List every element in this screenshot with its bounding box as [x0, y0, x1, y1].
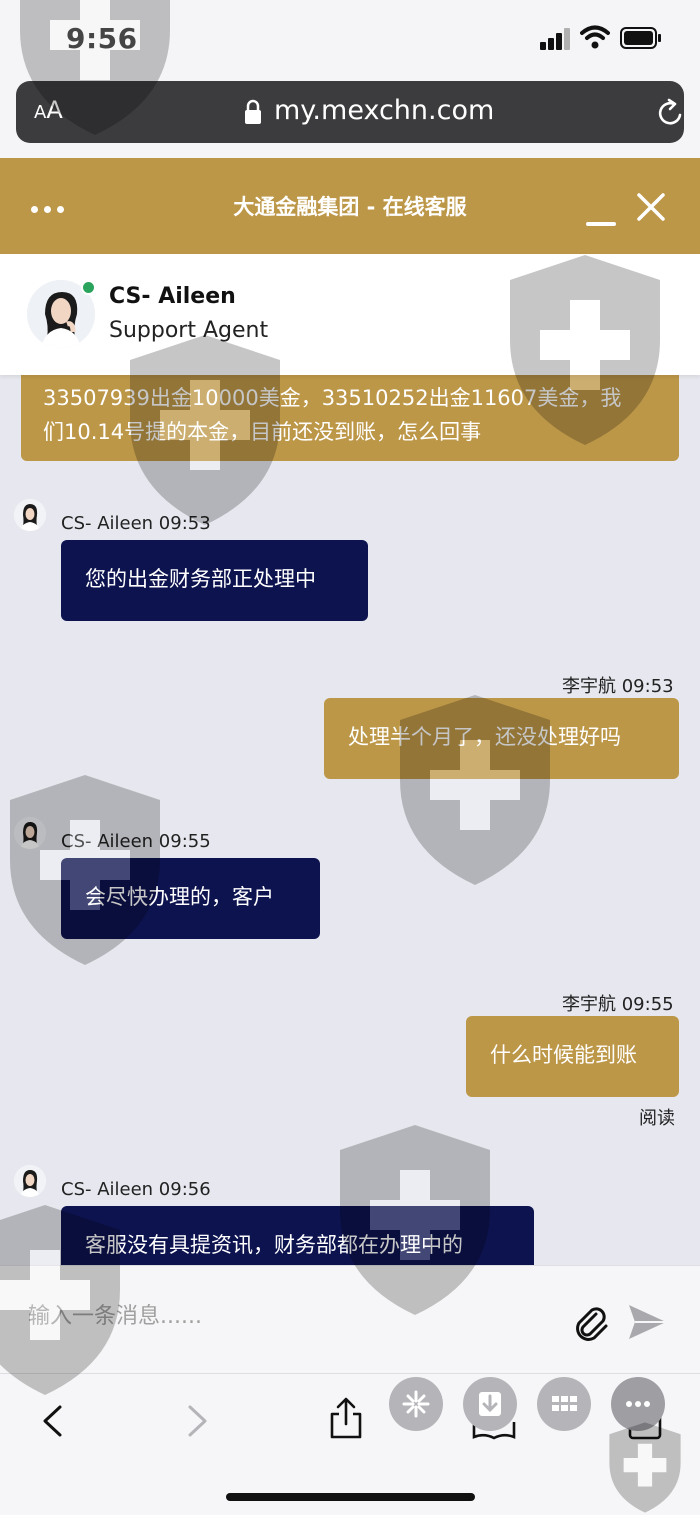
- agent-role: Support Agent: [109, 318, 269, 343]
- wifi-icon: [580, 25, 610, 49]
- apps-grid-button[interactable]: [537, 1377, 591, 1431]
- message-meta: CS- Aileen 09:53: [61, 513, 211, 534]
- sparkle-icon: [402, 1390, 430, 1418]
- chat-header: 大通金融集团 - 在线客服: [0, 158, 700, 254]
- message-input[interactable]: [28, 1304, 548, 1329]
- text-size-large: A: [46, 96, 63, 124]
- address-bar[interactable]: AA my.mexchn.com: [16, 81, 684, 143]
- message-text: 们10.14号提的本金，目前还没到账，怎么回事: [43, 420, 482, 444]
- message-text: 33507939出金10000美金，33510252出金11607美金，我: [43, 386, 622, 410]
- send-icon[interactable]: [626, 1302, 668, 1342]
- agent-message-bubble: 您的出金财务部正处理中: [61, 540, 368, 621]
- more-button[interactable]: [611, 1377, 665, 1431]
- agent-avatar-small: [14, 499, 46, 531]
- lock-icon: [245, 99, 261, 124]
- float-menu-button[interactable]: [389, 1377, 443, 1431]
- agent-message-bubble: 客服没有具提资讯，财务部都在办理中的: [61, 1206, 534, 1265]
- agent-avatar-small: [14, 1165, 46, 1197]
- reload-icon[interactable]: [654, 97, 686, 129]
- agent-card: CS- Aileen Support Agent: [0, 254, 700, 375]
- message-meta: CS- Aileen 09:55: [61, 831, 211, 852]
- download-button[interactable]: [463, 1377, 517, 1431]
- message-meta: 李宇航 09:55: [562, 994, 674, 1015]
- message-text: 什么时候能到账: [490, 1043, 637, 1067]
- grid-icon: [552, 1396, 577, 1411]
- text-size-small: A: [34, 102, 47, 123]
- user-message-bubble: 处理半个月了，还没处理好吗: [324, 698, 679, 779]
- ellipsis-icon: [626, 1401, 650, 1407]
- url-text[interactable]: my.mexchn.com: [274, 95, 494, 126]
- minimize-button[interactable]: [586, 200, 616, 226]
- message-meta: 李宇航 09:53: [562, 676, 674, 697]
- message-text: 处理半个月了，还没处理好吗: [348, 725, 621, 749]
- battery-icon: [620, 27, 661, 49]
- cellular-signal-icon: [540, 28, 572, 50]
- home-indicator: [226, 1493, 475, 1501]
- message-text: 您的出金财务部正处理中: [85, 567, 316, 591]
- read-receipt: 阅读: [639, 1108, 675, 1129]
- user-message-bubble: 什么时候能到账: [466, 1016, 679, 1097]
- status-bar: 9:56: [0, 0, 700, 78]
- close-icon[interactable]: [636, 192, 666, 222]
- message-text: 客服没有具提资讯，财务部都在办理中的: [85, 1233, 463, 1257]
- download-icon: [479, 1392, 501, 1416]
- chevron-left-icon[interactable]: [40, 1404, 64, 1438]
- chat-messages[interactable]: 33507939出金10000美金，33510252出金11607美金，我 们1…: [0, 375, 700, 1265]
- status-time: 9:56: [66, 22, 138, 55]
- reader-text-size-button[interactable]: AA: [34, 96, 63, 124]
- online-status-dot: [81, 280, 96, 295]
- message-meta: CS- Aileen 09:56: [61, 1179, 211, 1200]
- agent-message-bubble: 会尽快办理的，客户: [61, 858, 320, 939]
- paperclip-icon[interactable]: [572, 1304, 610, 1342]
- chevron-right-icon[interactable]: [186, 1404, 210, 1438]
- share-icon[interactable]: [328, 1396, 364, 1440]
- agent-name: CS- Aileen: [109, 284, 236, 309]
- message-composer: [0, 1265, 700, 1373]
- user-message-bubble: 33507939出金10000美金，33510252出金11607美金，我 们1…: [21, 375, 679, 461]
- message-text: 会尽快办理的，客户: [85, 885, 274, 909]
- agent-avatar-small: [14, 817, 46, 849]
